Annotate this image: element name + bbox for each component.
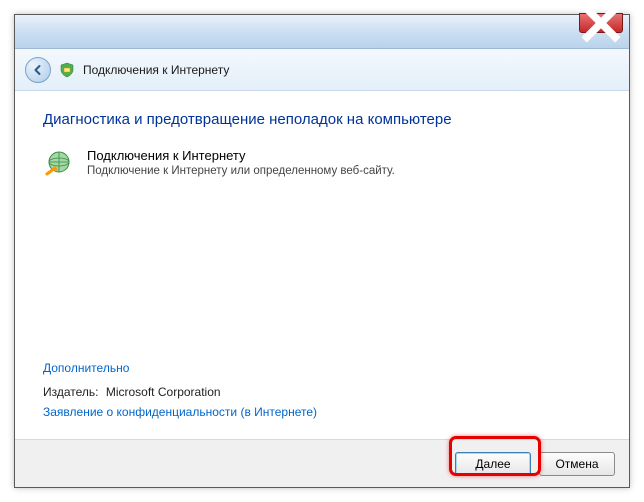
advanced-link[interactable]: Дополнительно (43, 361, 601, 375)
troubleshooter-description: Подключение к Интернету или определенном… (87, 165, 395, 177)
troubleshoot-shield-icon (59, 62, 75, 78)
internet-globe-icon (43, 148, 75, 180)
page-heading: Диагностика и предотвращение неполадок н… (43, 111, 601, 128)
publisher-line: Издатель: Microsoft Corporation (43, 385, 601, 399)
publisher-value: Microsoft Corporation (106, 385, 221, 399)
window-titlebar (15, 15, 629, 49)
publisher-label: Издатель: (43, 385, 99, 399)
wizard-title: Подключения к Интернету (83, 63, 229, 77)
back-arrow-icon (32, 64, 44, 76)
troubleshooter-text: Подключения к Интернету Подключение к Ин… (87, 148, 395, 177)
button-bar: Далее Отмена (15, 439, 629, 487)
privacy-statement-link[interactable]: Заявление о конфиденциальности (в Интерн… (43, 405, 601, 419)
header-bar: Подключения к Интернету (15, 49, 629, 91)
back-button[interactable] (25, 57, 51, 83)
cancel-button[interactable]: Отмена (539, 452, 615, 476)
close-icon (580, 2, 622, 44)
next-button[interactable]: Далее (455, 452, 531, 476)
content-area: Диагностика и предотвращение неполадок н… (15, 91, 629, 439)
screenshot-canvas: Подключения к Интернету Диагностика и пр… (0, 0, 644, 502)
troubleshooter-title: Подключения к Интернету (87, 148, 395, 163)
troubleshooter-item: Подключения к Интернету Подключение к Ин… (43, 148, 601, 180)
wizard-window: Подключения к Интернету Диагностика и пр… (14, 14, 630, 488)
close-button[interactable] (579, 13, 623, 33)
